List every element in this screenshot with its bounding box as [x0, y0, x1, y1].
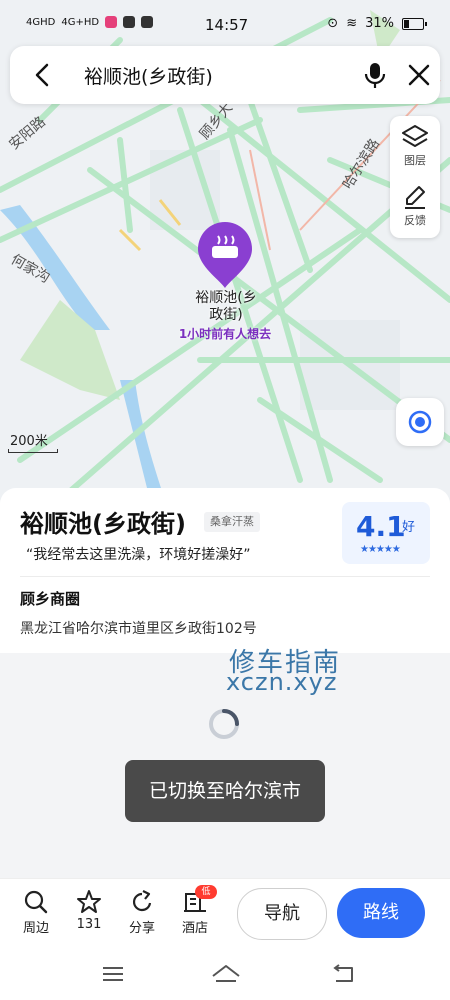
- divider: [20, 576, 430, 577]
- map-scale-bar: [8, 449, 58, 453]
- signal-indicator: 4GHD: [26, 16, 56, 28]
- poi-map-label[interactable]: 裕顺池(乡 政街): [168, 290, 284, 324]
- watermark-url: xczn.xyz: [226, 668, 338, 696]
- close-icon[interactable]: [402, 58, 436, 92]
- feedback-label: 反馈: [404, 214, 426, 227]
- edit-pencil-icon: [405, 186, 425, 209]
- feedback-button[interactable]: 反馈: [390, 184, 440, 228]
- rating-stars: ★★★★★: [360, 544, 401, 555]
- favorite-button[interactable]: 131: [67, 889, 111, 932]
- layers-button[interactable]: 图层: [390, 124, 440, 168]
- share-label: 分享: [128, 921, 155, 936]
- share-icon: [133, 890, 152, 912]
- signal-indicator: 4G+HD: [61, 16, 100, 28]
- share-button[interactable]: 分享: [120, 889, 164, 936]
- rating-word: 好: [402, 520, 416, 535]
- category-tag: 桑拿汗蒸: [204, 512, 260, 532]
- star-icon: [77, 890, 101, 913]
- address[interactable]: 黑龙江省哈尔滨市道里区乡政街102号: [20, 618, 257, 638]
- poi-popularity-label: 1小时前有人想去: [178, 327, 272, 341]
- map-controls-panel: 图层 反馈: [390, 116, 440, 238]
- loading-spinner-icon: [209, 709, 239, 739]
- toast-message: 已切换至哈尔滨市: [125, 760, 325, 822]
- nearby-button[interactable]: 周边: [14, 889, 58, 936]
- favorite-count: 131: [76, 917, 102, 932]
- place-info-card[interactable]: 裕顺池(乡政街) 桑拿汗蒸 “我经常去这里洗澡，环境好搓澡好” 4.1 好 ★★…: [0, 488, 450, 653]
- menu-icon[interactable]: [100, 962, 126, 986]
- poi-marker-icon[interactable]: [196, 220, 254, 290]
- business-area: 顾乡商圈: [20, 590, 81, 608]
- navigate-button[interactable]: 导航: [237, 888, 327, 940]
- search-icon: [24, 890, 48, 914]
- microphone-icon[interactable]: [358, 58, 392, 92]
- app-notification-icon: [123, 16, 136, 28]
- hotel-button[interactable]: 酒店 低价: [173, 885, 217, 936]
- battery-icon: [402, 17, 427, 30]
- location-status-icon: ⊙: [327, 16, 339, 31]
- place-name: 裕顺池(乡政街): [20, 510, 186, 538]
- layers-label: 图层: [404, 154, 426, 167]
- bottom-action-bar: 周边 131 分享 酒店 低价 导航 路线: [0, 878, 450, 949]
- clock: 14:57: [205, 16, 249, 34]
- locate-icon: [408, 410, 432, 434]
- back-arrow-icon[interactable]: [28, 60, 58, 90]
- status-bar: 4GHD 4G+HD 14:57 ⊙ ≋ 31%: [0, 0, 450, 50]
- layers-icon: [402, 125, 428, 147]
- nearby-label: 周边: [22, 921, 49, 936]
- app-notification-icon: [105, 16, 118, 28]
- my-location-button[interactable]: [396, 398, 444, 446]
- search-bar[interactable]: 裕顺池(乡政街): [10, 46, 440, 104]
- discount-badge: 低价: [195, 885, 217, 911]
- rating-score: 4.1: [356, 510, 406, 543]
- system-nav-bar: [0, 948, 450, 1000]
- battery-percent: 31%: [365, 16, 394, 31]
- wifi-icon: ≋: [346, 16, 358, 31]
- review-quote[interactable]: “我经常去这里洗澡，环境好搓澡好”: [26, 544, 251, 564]
- hotel-label: 酒店: [181, 921, 208, 936]
- back-icon[interactable]: [330, 962, 356, 986]
- rating-box[interactable]: 4.1 好 ★★★★★: [342, 502, 430, 564]
- search-query[interactable]: 裕顺池(乡政街): [84, 62, 213, 89]
- home-icon[interactable]: [210, 962, 242, 986]
- map-scale-label: 200米: [10, 434, 48, 449]
- app-notification-icon: [141, 16, 154, 28]
- route-button[interactable]: 路线: [337, 888, 425, 938]
